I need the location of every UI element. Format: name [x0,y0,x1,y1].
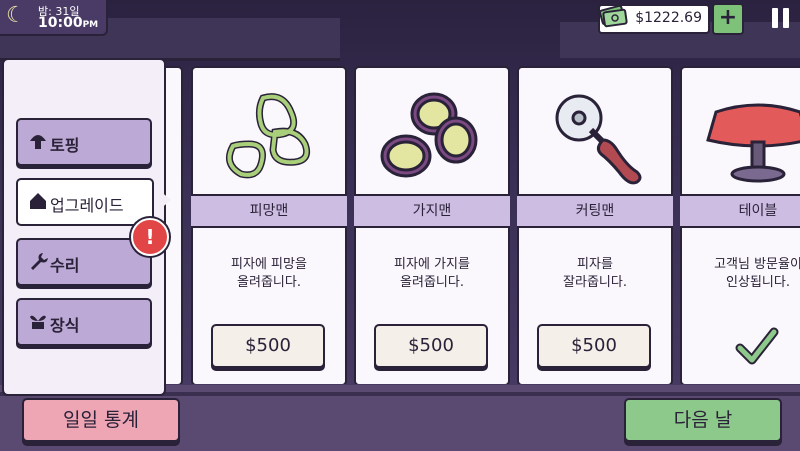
item-card-partial [163,66,183,384]
tab-label: 수리 [50,256,80,275]
green-pepper-icon [225,93,311,179]
buy-button[interactable]: $500 [537,324,651,368]
buy-button[interactable]: $500 [374,324,488,368]
owned-check-icon [735,327,779,365]
upgrade-item-list: 피망맨 피자에 피망을 올려줍니다. $500 가지맨 피자에 가지를 올려줍니… [163,66,800,384]
item-description: 피자에 가지를 올려줍니다. [394,257,470,290]
item-name: 커팅맨 [517,194,673,228]
clock-time-value: 10:00 [38,15,83,31]
tab-label: 업그레이드 [50,196,124,215]
table-icon [706,103,800,183]
clock-time-suffix: PM [82,20,99,30]
cash-icon [599,4,628,28]
item-description: 피자를 잘라줍니다. [563,257,627,290]
pause-icon-bar [783,8,789,28]
buy-button[interactable]: $500 [211,324,325,368]
add-money-button[interactable]: + [712,3,744,35]
item-description: 피자에 피망을 올려줍니다. [231,257,307,290]
eggplant-icon [380,92,478,178]
item-name: 가지맨 [354,194,510,228]
tab-toppings[interactable]: 토핑 [16,118,152,166]
repair-alert-badge: ! [131,218,169,256]
item-name: 테이블 [680,194,800,228]
item-card[interactable]: 커팅맨 피자를 잘라줍니다. $500 [517,66,673,384]
active-tab-pointer [159,190,171,210]
tab-decor[interactable]: 장식 [16,298,152,346]
next-day-button[interactable]: 다음 날 [624,398,782,442]
money-amount: $1222.69 [635,10,702,26]
item-name: 피망맨 [191,194,347,228]
pizza-cutter-icon [555,94,642,185]
mushroom-icon [28,131,48,151]
day-time-widget: ☾ 밤: 31일 10:00PM [0,0,108,36]
tab-upgrades[interactable]: 업그레이드 [16,178,154,226]
item-description: 고객님 방문율이 인상됩니다. [714,257,800,290]
tab-label: 장식 [50,316,80,335]
game-scene: ☾ 밤: 31일 10:00PM $1222.69 + 피망맨 피자에 피망을 … [0,0,800,451]
daily-stats-button[interactable]: 일일 통계 [22,398,180,442]
house-icon [28,191,48,211]
clock-time: 10:00PM [38,15,98,31]
wrench-icon [28,251,48,271]
pause-button[interactable] [766,4,794,32]
item-card[interactable]: 가지맨 피자에 가지를 올려줍니다. $500 [354,66,510,384]
tab-repair[interactable]: 수리 [16,238,152,286]
pause-icon-bar [772,8,778,28]
moon-icon: ☾ [6,3,26,28]
money-display: $1222.69 [598,4,710,34]
tab-label: 토핑 [50,136,80,155]
item-card[interactable]: 테이블 고객님 방문율이 인상됩니다. [680,66,800,384]
item-card[interactable]: 피망맨 피자에 피망을 올려줍니다. $500 [191,66,347,384]
plant-icon [28,311,48,331]
